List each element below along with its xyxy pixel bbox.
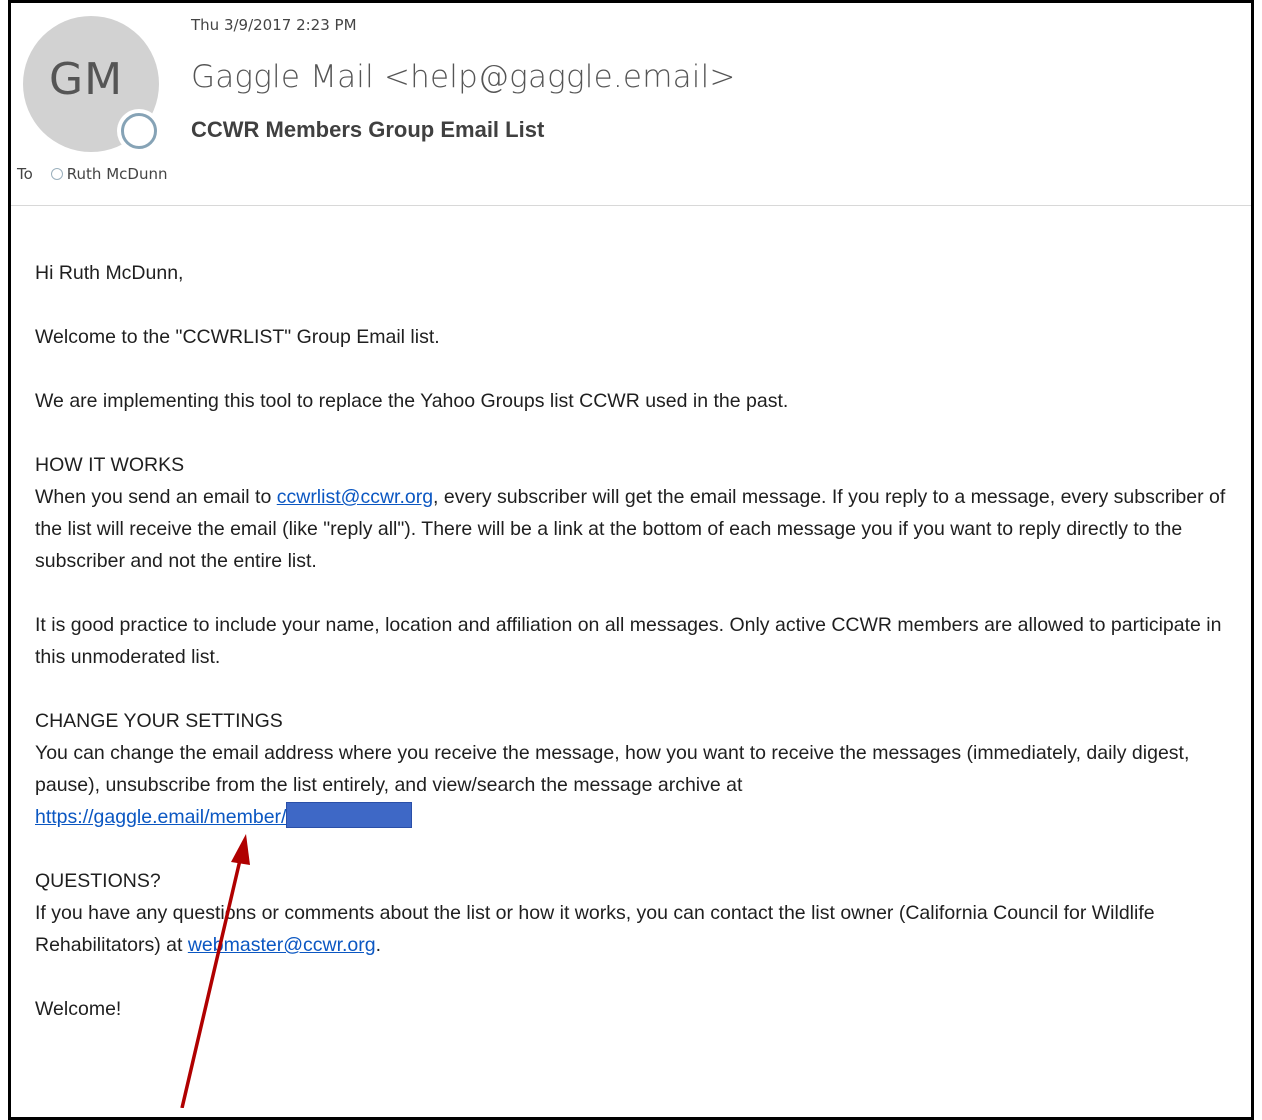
avatar-initials: GM bbox=[48, 54, 124, 105]
to-label: To bbox=[17, 165, 33, 183]
member-settings-link-text: https://gaggle.email/member/ bbox=[35, 806, 287, 828]
settings-heading: CHANGE YOUR SETTINGS bbox=[35, 710, 283, 732]
sender-avatar[interactable]: GM bbox=[23, 16, 159, 152]
presence-status-icon bbox=[121, 113, 157, 149]
how-text-before: When you send an email to bbox=[35, 486, 277, 508]
recipient-presence-icon bbox=[50, 168, 63, 180]
email-reading-pane: GM Thu 3/9/2017 2:23 PM Gaggle Mail <hel… bbox=[8, 0, 1254, 1120]
greeting: Hi Ruth McDunn, bbox=[35, 262, 184, 284]
questions-heading: QUESTIONS? bbox=[35, 870, 161, 892]
message-subject: CCWR Members Group Email List bbox=[191, 117, 545, 142]
webmaster-email-link[interactable]: webmaster@ccwr.org bbox=[188, 934, 376, 956]
ccwrlist-email-link[interactable]: ccwrlist@ccwr.org bbox=[277, 486, 433, 508]
sent-datetime: Thu 3/9/2017 2:23 PM bbox=[191, 16, 357, 34]
redaction-box bbox=[286, 802, 413, 828]
how-it-works-section: HOW IT WORKS When you send an email to cc… bbox=[35, 449, 1240, 577]
practice-paragraph: It is good practice to include your name… bbox=[35, 614, 1222, 668]
recipient-name[interactable]: Ruth McDunn bbox=[67, 165, 168, 183]
questions-section: QUESTIONS? If you have any questions or c… bbox=[35, 865, 1240, 961]
intro-paragraph: We are implementing this tool to replace… bbox=[35, 390, 789, 412]
welcome-line: Welcome to the "CCWRLIST" Group Email li… bbox=[35, 326, 440, 348]
how-it-works-heading: HOW IT WORKS bbox=[35, 454, 185, 476]
message-body: Hi Ruth McDunn, Welcome to the "CCWRLIST… bbox=[35, 257, 1240, 1057]
member-settings-link[interactable]: https://gaggle.email/member/ bbox=[35, 802, 413, 828]
message-header: GM Thu 3/9/2017 2:23 PM Gaggle Mail <hel… bbox=[11, 3, 1251, 206]
settings-section: CHANGE YOUR SETTINGS You can change the e… bbox=[35, 705, 1240, 833]
sender-name[interactable]: Gaggle Mail <help@gaggle.email> bbox=[191, 59, 736, 95]
closing: Welcome! bbox=[35, 998, 122, 1020]
questions-text-after: . bbox=[375, 934, 382, 956]
settings-text: You can change the email address where y… bbox=[35, 742, 1190, 796]
recipients-row: To Ruth McDunn bbox=[17, 165, 167, 183]
